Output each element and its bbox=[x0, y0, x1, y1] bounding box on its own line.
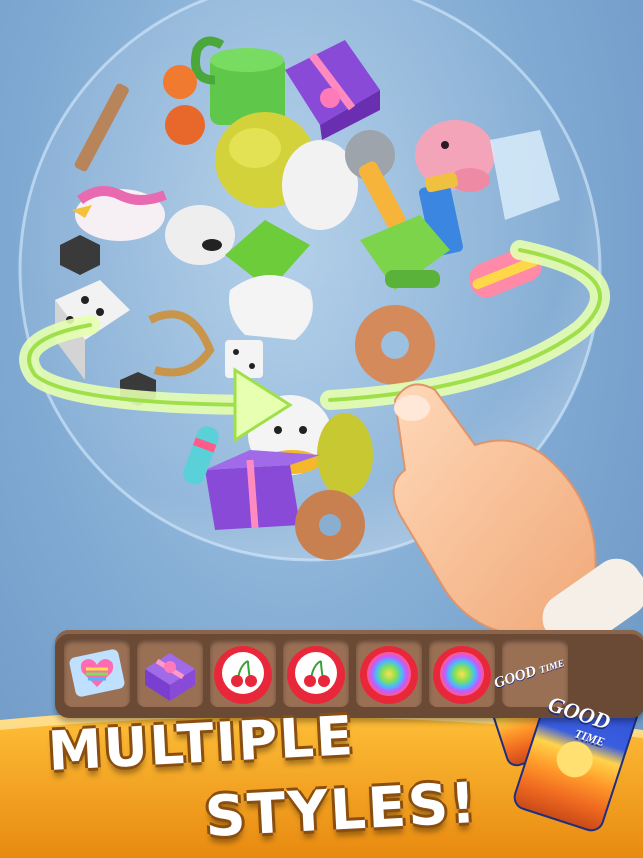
tray-slot[interactable] bbox=[283, 639, 349, 707]
orange-ball-toy[interactable] bbox=[163, 65, 197, 99]
tray-slot[interactable] bbox=[137, 639, 203, 707]
donut-toy[interactable] bbox=[355, 305, 435, 385]
tray-slot[interactable] bbox=[356, 639, 422, 707]
cherry-button-icon bbox=[287, 646, 345, 704]
rainbow-button-icon bbox=[433, 646, 491, 704]
orange-ball-toy[interactable] bbox=[165, 105, 205, 145]
corn-toy[interactable] bbox=[317, 413, 373, 497]
tray-slot[interactable] bbox=[64, 639, 130, 707]
small-dice-toy[interactable] bbox=[225, 340, 263, 378]
bottom-donut-toy[interactable] bbox=[295, 490, 365, 560]
tray-slot[interactable] bbox=[429, 639, 495, 707]
cherry-button-icon bbox=[214, 646, 272, 704]
white-cow-toy[interactable] bbox=[165, 205, 235, 265]
white-cloth-toy[interactable] bbox=[229, 275, 313, 340]
rainbow-button-icon bbox=[360, 646, 418, 704]
gift-box-icon bbox=[145, 653, 195, 701]
tray-slot[interactable] bbox=[210, 639, 276, 707]
candy-heart-icon bbox=[69, 649, 125, 697]
